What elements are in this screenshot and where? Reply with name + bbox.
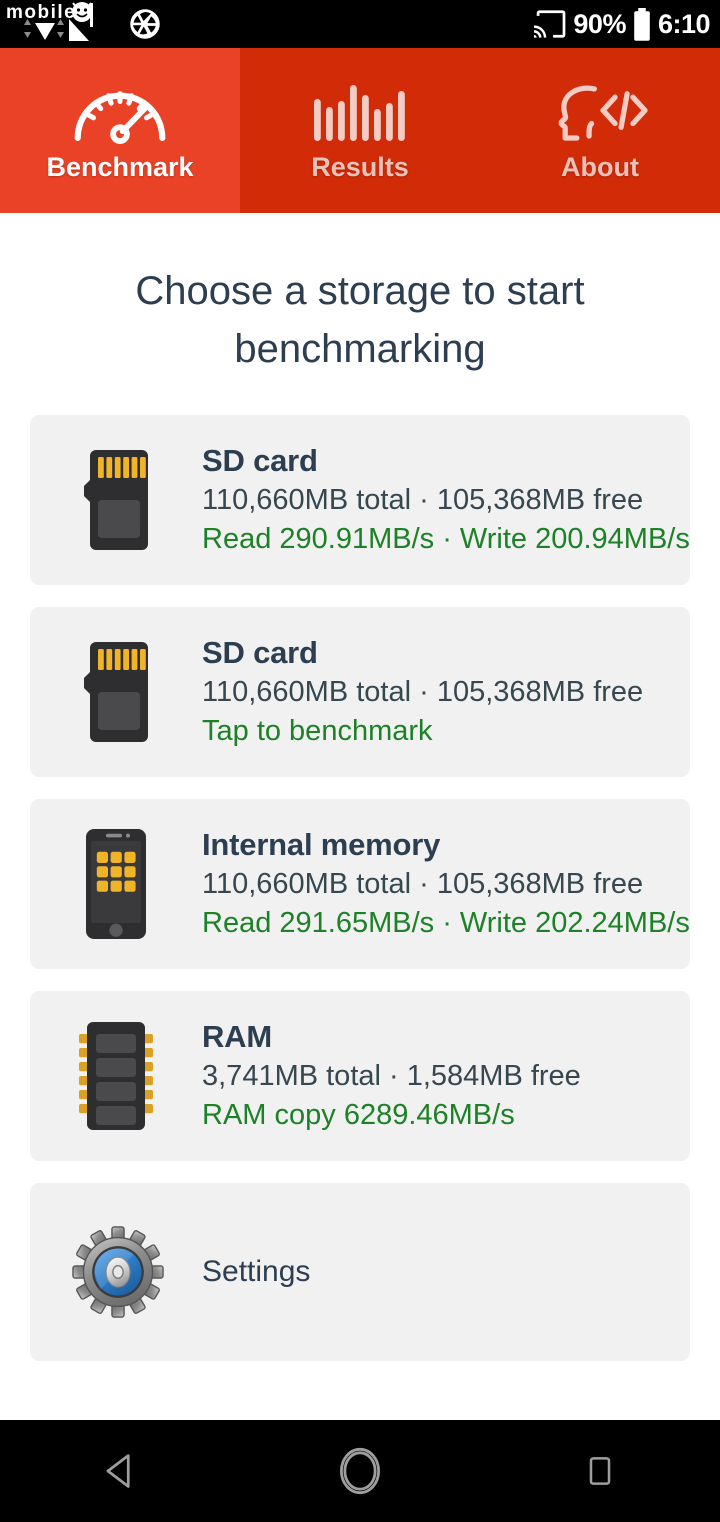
back-triangle-icon xyxy=(106,1454,130,1488)
recents-square-icon xyxy=(589,1457,611,1485)
storage-card-capacity: 110,660MB total · 105,368MB free xyxy=(202,484,644,516)
sd-card-icon xyxy=(68,448,164,552)
page-title: Choose a storage to start benchmarking xyxy=(135,269,585,371)
storage-card-speed: RAM copy 6289.46MB/s xyxy=(202,1099,515,1131)
bar-chart-icon xyxy=(310,81,410,145)
storage-card-internal-memory[interactable]: Internal memory 110,660MB total · 105,36… xyxy=(30,799,690,969)
head-code-icon xyxy=(548,81,652,145)
battery-percent-label: 90% xyxy=(573,8,626,39)
phone-icon xyxy=(68,827,164,941)
battery-icon xyxy=(634,7,650,41)
cast-icon xyxy=(534,10,566,38)
tab-about[interactable]: About xyxy=(480,48,720,213)
tab-benchmark-label: Benchmark xyxy=(46,151,194,182)
storage-card-text: Internal memory 110,660MB total · 105,36… xyxy=(202,825,690,943)
clock-label: 6:10 xyxy=(657,8,711,39)
settings-row[interactable]: Settings xyxy=(30,1183,690,1361)
tab-benchmark[interactable]: Benchmark xyxy=(0,48,240,213)
status-bar: mobile 90% 6:10 xyxy=(0,0,720,48)
sd-card-icon xyxy=(68,640,164,744)
storage-card-speed: Read 290.91MB/s · Write 200.94MB/s xyxy=(202,523,690,555)
storage-card-text: SD card 110,660MB total · 105,368MB free… xyxy=(202,441,690,559)
home-circle-icon xyxy=(339,1447,381,1495)
storage-card-capacity: 3,741MB total · 1,584MB free xyxy=(202,1060,581,1092)
svg-text:mobile: mobile xyxy=(6,2,76,23)
storage-card-capacity: 110,660MB total · 105,368MB free xyxy=(202,676,644,708)
storage-card-text: SD card 110,660MB total · 105,368MB free… xyxy=(202,633,643,751)
storage-list: SD card 110,660MB total · 105,368MB free… xyxy=(30,415,690,1383)
status-bar-left: mobile xyxy=(6,1,162,47)
home-button[interactable] xyxy=(240,1445,480,1497)
tab-bar: Benchmark Results About xyxy=(0,48,720,213)
storage-card-title: SD card xyxy=(202,443,318,478)
storage-card-title: SD card xyxy=(202,635,318,670)
speedometer-icon xyxy=(70,81,170,145)
status-bar-right: 90% 6:10 xyxy=(532,7,711,41)
storage-card-capacity: 110,660MB total · 105,368MB free xyxy=(202,868,644,900)
storage-card-sd-2[interactable]: SD card 110,660MB total · 105,368MB free… xyxy=(30,607,690,777)
phone-screen: mobile 90% 6:10 Benchmark Results About … xyxy=(0,0,720,1522)
gear-icon xyxy=(70,1225,166,1319)
tab-results[interactable]: Results xyxy=(240,48,480,213)
storage-card-title: RAM xyxy=(202,1019,272,1054)
settings-label: Settings xyxy=(202,1255,311,1288)
storage-card-ram[interactable]: RAM 3,741MB total · 1,584MB free RAM cop… xyxy=(30,991,690,1161)
mobile01-watermark-icon: mobile xyxy=(6,2,93,41)
android-nav-bar xyxy=(0,1420,720,1522)
recents-button[interactable] xyxy=(480,1451,720,1491)
storage-card-title: Internal memory xyxy=(202,827,441,862)
tab-about-label: About xyxy=(561,151,639,182)
storage-card-speed: Read 291.65MB/s · Write 202.24MB/s xyxy=(202,907,690,939)
storage-card-text: RAM 3,741MB total · 1,584MB free RAM cop… xyxy=(202,1017,581,1135)
storage-card-action: Tap to benchmark xyxy=(202,715,433,747)
tab-results-label: Results xyxy=(311,151,409,182)
camera-aperture-icon xyxy=(130,9,160,39)
ram-chip-icon xyxy=(68,1020,164,1132)
storage-card-sd-1[interactable]: SD card 110,660MB total · 105,368MB free… xyxy=(30,415,690,585)
back-button[interactable] xyxy=(0,1449,240,1493)
